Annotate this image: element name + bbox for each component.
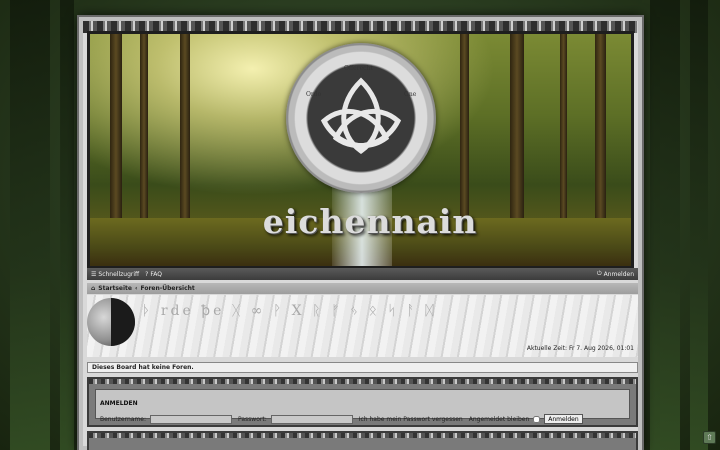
panel-border — [89, 379, 636, 384]
emblem-word: Offerecht — [344, 65, 373, 72]
emblem-word: Ordo — [306, 91, 322, 98]
remember-me-label: Angemeldet bleiben — [468, 415, 530, 423]
breadcrumb: ⌂ Startseite ‹ Foren-Übersicht — [87, 283, 638, 294]
forgot-password-link[interactable]: Ich habe mein Passwort vergessen — [359, 416, 463, 423]
site-banner[interactable]: Offerecht Ordo One eichennain — [87, 31, 634, 269]
triquetra-emblem: Offerecht Ordo One — [286, 43, 436, 193]
panel-border — [89, 433, 636, 438]
quicklinks-label: Schnellzugriff — [98, 270, 140, 278]
home-icon: ⌂ — [91, 285, 96, 292]
breadcrumb-separator: ‹ — [135, 285, 138, 292]
quicklinks-menu[interactable]: ☰ Schnellzugriff — [91, 271, 139, 278]
power-icon: ⏻ — [596, 270, 602, 277]
username-input[interactable] — [150, 414, 233, 424]
runes-decoration: ᚦ rde ꝥe ᚷ ∞ ᚹ X ᚱ ᚠ ᛃ ᛟ ᛋ ᚨ ᛞ — [142, 303, 437, 319]
remember-me-checkbox[interactable] — [533, 415, 541, 423]
arrow-up-icon: ⇧ — [706, 433, 713, 442]
emblem-word: One — [404, 91, 417, 98]
page-frame: Offerecht Ordo One eichennain ☰ Schnellz… — [79, 17, 642, 450]
header-decoration: ᚦ rde ꝥe ᚷ ∞ ᚹ X ᚱ ᚠ ᛃ ᛟ ᛋ ᚨ ᛞ Aktuelle … — [87, 295, 638, 357]
faq-label: FAQ — [150, 270, 162, 278]
current-time: Aktuelle Zeit: Fr 7. Aug 2026, 01:01 — [526, 345, 634, 352]
password-label: Passwort: — [238, 415, 267, 423]
password-input[interactable] — [270, 414, 353, 424]
no-forums-notice: Dieses Board hat keine Foren. — [87, 362, 638, 373]
login-form: Benutzername: Passwort: Ich habe mein Pa… — [100, 414, 625, 424]
lower-panel — [87, 431, 638, 450]
breadcrumb-home[interactable]: Startseite — [98, 285, 132, 292]
menu-icon: ☰ — [91, 270, 97, 278]
login-title[interactable]: ANMELDEN — [100, 400, 138, 407]
question-icon: ? — [145, 270, 149, 278]
site-logo-text: eichennain — [262, 202, 478, 241]
login-panel: ANMELDEN Benutzername: Passwort: Ich hab… — [87, 377, 638, 427]
login-link-label: Anmelden — [603, 270, 634, 278]
top-navbar: ☰ Schnellzugriff ? FAQ ⏻ Anmelden — [87, 268, 638, 280]
moon-icon — [87, 298, 135, 346]
username-label: Benutzername: — [100, 415, 147, 423]
login-link[interactable]: ⏻ Anmelden — [597, 270, 634, 278]
breadcrumb-forum-index[interactable]: Foren-Übersicht — [140, 285, 194, 292]
faq-link[interactable]: ? FAQ — [145, 271, 162, 278]
scroll-to-top-button[interactable]: ⇧ — [703, 431, 716, 444]
login-submit-button[interactable]: Anmelden — [544, 414, 583, 424]
login-panel-body: ANMELDEN Benutzername: Passwort: Ich hab… — [95, 389, 630, 424]
